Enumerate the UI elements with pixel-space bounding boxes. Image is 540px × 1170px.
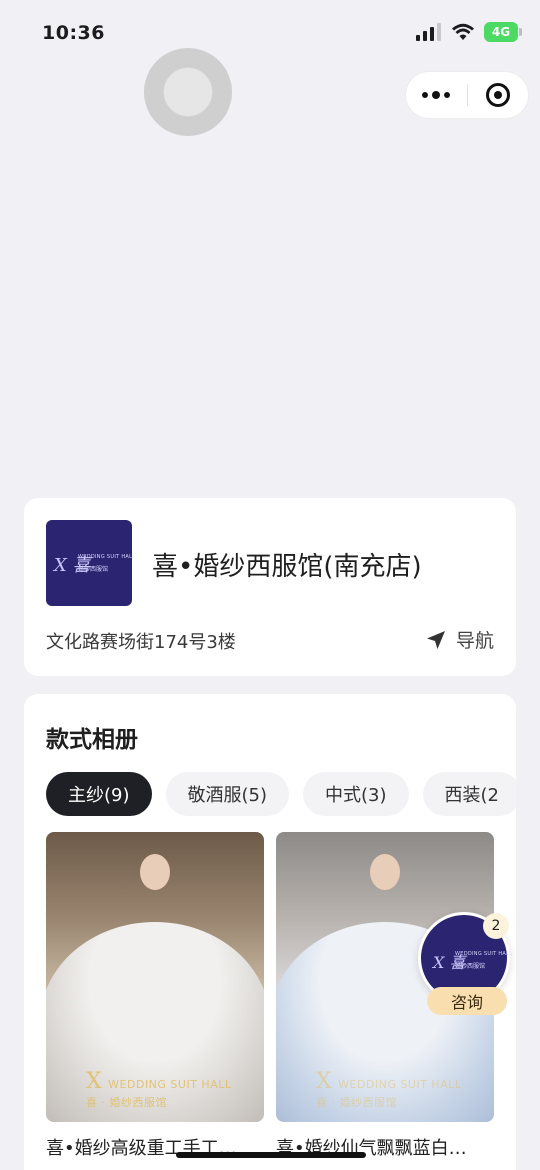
logo-text-bottom: 婚纱西服馆 (78, 566, 109, 573)
unread-badge: 2 (483, 913, 509, 939)
album-title: 款式相册 (46, 727, 138, 753)
photo-watermark: X WEDDING SUIT HALL 喜 · 婚纱西服馆 (86, 1069, 231, 1110)
capsule-menu (406, 72, 528, 118)
watermark-top: WEDDING SUIT HALL (338, 1078, 462, 1091)
store-logo: X 喜 WEDDING SUIT HALL 婚纱西服馆 (46, 520, 132, 606)
watermark-bottom: 喜 · 婚纱西服馆 (86, 1096, 167, 1109)
target-close-icon (485, 83, 510, 107)
tab-label: 主纱(9) (68, 785, 130, 806)
battery-icon: 4G (484, 22, 522, 42)
consult-label: 咨询 (427, 987, 507, 1015)
logo-text-top: WEDDING SUIT HALL (78, 554, 132, 560)
album-photo[interactable]: X WEDDING SUIT HALL 喜 · 婚纱西服馆 (46, 832, 264, 1122)
watermark-bottom: 喜 · 婚纱西服馆 (316, 1096, 397, 1109)
consult-logo-top: WEDDING SUIT HALL (455, 951, 513, 957)
signal-icon (416, 23, 441, 41)
tab-suit[interactable]: 西装(2 (422, 772, 516, 816)
consult-logo-bottom: 婚纱西服馆 (455, 963, 486, 970)
close-button[interactable] (468, 72, 529, 118)
tab-chinese-style[interactable]: 中式(3) (303, 772, 409, 816)
status-time: 10:36 (42, 22, 105, 44)
store-name: 喜•婚纱西服馆(南充店) (152, 552, 422, 582)
loading-spinner (144, 48, 232, 136)
tab-toast-dress[interactable]: 敬酒服(5) (165, 772, 289, 816)
watermark-mark: X (86, 1069, 103, 1094)
status-bar: 10:36 4G (0, 0, 540, 64)
wifi-icon (452, 23, 474, 40)
watermark-top: WEDDING SUIT HALL (108, 1078, 232, 1091)
album-tabs: 主纱(9) 敬酒服(5) 中式(3) 西装(2 (46, 772, 516, 816)
model-head (140, 854, 170, 890)
tab-label: 敬酒服(5) (187, 785, 268, 806)
tab-label: 西装(2 (444, 785, 499, 806)
network-label: 4G (491, 25, 511, 39)
tab-main-gown[interactable]: 主纱(9) (46, 772, 152, 816)
store-card: X 喜 WEDDING SUIT HALL 婚纱西服馆 喜•婚纱西服馆(南充店)… (24, 498, 516, 676)
photo-watermark: X WEDDING SUIT HALL 喜 · 婚纱西服馆 (316, 1069, 461, 1110)
navigation-arrow-icon (426, 630, 445, 649)
model-head (370, 854, 400, 890)
more-dots-icon (422, 91, 451, 99)
home-indicator (176, 1152, 366, 1158)
tab-label: 中式(3) (325, 785, 387, 806)
watermark-mark: X (316, 1069, 333, 1094)
navigation-button[interactable]: 导航 (426, 626, 494, 653)
store-address: 文化路赛场街174号3楼 (46, 632, 236, 653)
navigation-label: 导航 (455, 630, 494, 652)
more-button[interactable] (406, 72, 467, 118)
status-icons: 4G (416, 22, 522, 42)
consult-button[interactable]: X 喜 WEDDING SUIT HALL 婚纱西服馆 2 咨询 (418, 912, 513, 1015)
